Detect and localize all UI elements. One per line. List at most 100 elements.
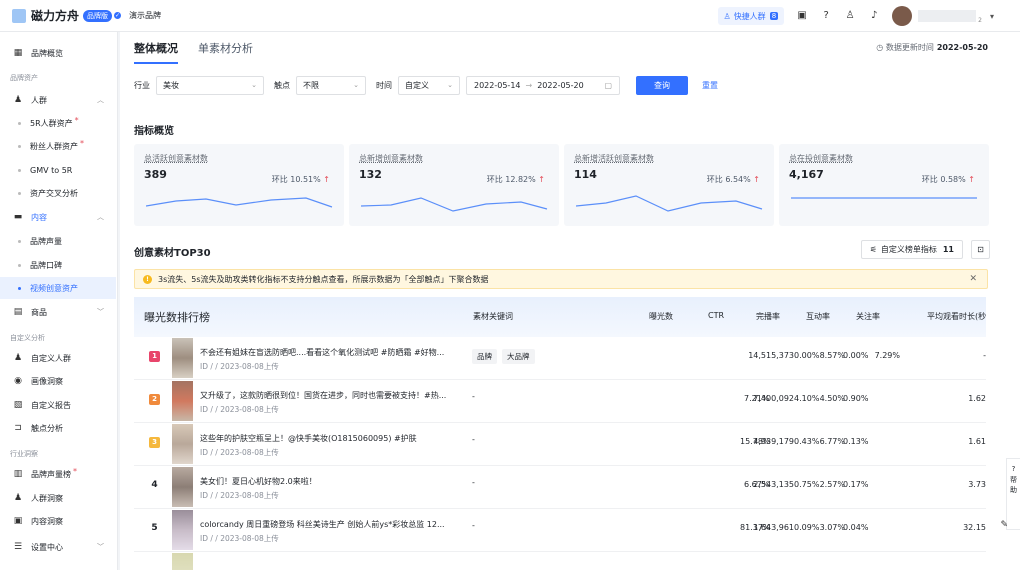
metric-card: 总新增活跃创意素材数 114 环比 6.54% ↑ [564,144,774,226]
table-row[interactable]: 4 美女们！夏日心机好物2.0来啦！ ID / / 2023-08-08上传 -… [134,466,986,509]
column-header[interactable]: CTR [708,311,724,320]
sidebar-item-label: 自定义报告 [31,400,71,410]
chevron-up-icon: ︿ [97,213,104,221]
sidebar-item-settings[interactable]: ☰ 设置中心 ﹀ [0,536,116,558]
exposure-cell: 14,515,373 [748,351,794,360]
sidebar-item-label: 资产交叉分析 [30,188,78,198]
sidebar-item-custom-crowd[interactable]: ♟ 自定义人群 [0,347,116,369]
panel-icon[interactable]: ▣ [796,10,808,22]
edit-icon[interactable]: ✎ [1000,520,1008,530]
metric-title: 总新增活跃创意素材数 [574,154,654,163]
table-row[interactable]: 5 colorcandy 周日重磅登场 科丝美诗生产 创始人前ys*彩妆总监 1… [134,509,986,552]
reset-button[interactable]: 重置 [702,80,718,91]
warning-text: 3s流失、5s流失及助攻类转化指标不支持分触点查看，所展示数据为「全部触点」下聚… [158,274,489,284]
follow-cell: 0.13% [843,437,869,446]
column-header[interactable]: 完播率 [756,311,780,322]
table-row[interactable]: 1 不会还有姐妹在盲选防晒吧....看看这个氧化测试吧 #防晒霜 #好物... … [134,337,986,380]
video-thumbnail[interactable] [172,338,193,378]
asset-title[interactable]: 美女们！夏日心机好物2.0来啦！ [200,476,450,487]
tab-overview[interactable]: 整体概况 [134,40,178,64]
export-icon[interactable]: ⊡ [971,240,990,259]
sidebar-item-reputation[interactable]: 品牌口碑 [0,254,116,276]
sidebar-item-brand-rank[interactable]: ▥ 品牌声量榜 * [0,463,116,485]
touch-select[interactable]: 不限 ⌄ [296,75,366,95]
bell-icon[interactable]: ♪ [868,10,880,22]
rank-badge: 3 [149,437,160,448]
sidebar-item-video-assets[interactable]: 视频创意资产 [0,277,116,299]
sidebar-item-report[interactable]: ▧ 自定义报告 [0,394,116,416]
metrics-title: 指标概览 [134,126,174,137]
sidebar-item-label: 内容 [31,212,47,222]
chevron-down-icon: ﹀ [97,543,104,551]
sidebar-item-goods[interactable]: ▤ 商品 ﹀ [0,301,116,323]
avg-cell: 1.62 [968,394,986,403]
column-header[interactable]: 曝光数 [649,311,673,322]
interact-cell: 0.00% [794,351,820,360]
asset-title[interactable]: 这些年的护肤空瓶呈上！@快手美妆(O1815060095) #护肤 [200,433,450,444]
sidebar-item-gmv[interactable]: GMV to 5R [0,159,116,181]
ranking-title: 曝光数排行榜 [144,311,210,324]
custom-metrics-label: 自定义榜单指标 [880,245,937,254]
video-thumbnail[interactable] [172,424,193,464]
sparkline [791,197,977,199]
follow-cell: 0.04% [843,523,869,532]
sidebar-item-overview[interactable]: ▦ 品牌概览 [0,42,116,64]
column-header[interactable]: 关注率 [856,311,880,322]
video-thumbnail[interactable] [172,381,193,421]
arrow-icon: → [525,80,533,90]
quick-crowd-button[interactable]: ♙ 快捷人群 8 [717,7,785,25]
app-name: 磁力方舟 [31,9,80,23]
custom-metrics-button[interactable]: ⚟ 自定义榜单指标 11 [860,240,963,259]
help-float-button[interactable]: ? 帮助 [1006,458,1020,530]
keywords: - [472,478,475,487]
crowd-icon: ♟ [13,353,23,363]
sidebar-item-content-insight[interactable]: ▣ 内容洞察 [0,510,116,532]
asset-title[interactable]: colorcandy 周日重磅登场 科丝美诗生产 创始人前ys*彩妆总监 12.… [200,519,450,530]
chevron-down-icon[interactable]: ▾ [990,12,994,21]
ratio-text: 环比 10.51% [271,175,321,184]
user-icon[interactable]: ♙ [844,10,856,22]
video-thumbnail[interactable] [172,510,193,550]
help-icon[interactable]: ? [820,10,832,22]
asset-meta: ID / / 2023-08-08上传 [200,448,279,457]
asset-title[interactable]: 不会还有姐妹在盲选防晒吧....看看这个氧化测试吧 #防晒霜 #好物... [200,347,450,358]
sidebar-item-touchpoint[interactable]: ⊐ 触点分析 [0,417,116,439]
sidebar-item-crowd-insight[interactable]: ♟ 人群洞察 [0,487,116,509]
tab-single-asset[interactable]: 单素材分析 [198,40,253,64]
sidebar-item-label: 5R人群资产 [30,118,73,128]
keyword-empty: - [472,478,475,487]
metric-cards: 总活跃创意素材数 389 环比 10.51% ↑ 总新增创意素材数 132 环比… [134,144,994,226]
time-select[interactable]: 自定义 ⌄ [398,75,460,95]
close-icon[interactable]: ✕ [969,274,977,284]
column-header[interactable]: 互动率 [806,311,830,322]
sidebar-item-portrait[interactable]: ◉ 画像洞察 [0,370,116,392]
metric-card: 总活跃创意素材数 389 环比 10.51% ↑ [134,144,344,226]
keyword-empty: - [472,521,475,530]
sidebar-item-cross[interactable]: 资产交叉分析 [0,182,116,204]
sidebar: ▦ 品牌概览 品牌资产 ♟ 人群 ︿ 5R人群资产 * 粉丝人群资产 * GMV to 5… [0,32,118,570]
sidebar-item-fans[interactable]: 粉丝人群资产 * [0,135,116,157]
bullet [18,263,21,267]
asset-title[interactable]: 又升级了，这款防晒很到位！国货在进步，同时也需要被支持！#热... [200,390,450,401]
sidebar-item-label: 内容洞察 [31,516,63,526]
column-header[interactable]: 平均观看时长(秒 [927,311,986,322]
touch-value: 不限 [303,80,319,90]
rank-badge: 1 [149,351,160,362]
sidebar-item-crowd[interactable]: ♟ 人群 ︿ [0,89,116,111]
query-button[interactable]: 查询 [636,75,688,95]
avatar[interactable] [892,6,913,26]
brand-selector[interactable]: 演示品牌 [129,10,161,21]
sidebar-item-5r[interactable]: 5R人群资产 * [0,112,116,134]
video-thumbnail[interactable] [172,467,193,507]
video-thumbnail[interactable] [172,553,193,570]
rank-icon: ▥ [13,469,23,479]
table-row[interactable]: 3 这些年的护肤空瓶呈上！@快手美妆(O1815060095) #护肤 ID /… [134,423,986,466]
filter-bar: 行业 美妆 ⌄ 触点 不限 ⌄ 时间 自定义 ⌄ 2022-05-14 → 2022-05… [134,75,718,95]
industry-select[interactable]: 美妆 ⌄ [156,75,264,95]
sidebar-item-content[interactable]: ▬ 内容 ︿ [0,206,116,228]
date-range-picker[interactable]: 2022-05-14 → 2022-05-20 ▢ [466,75,620,95]
sidebar-item-volume[interactable]: 品牌声量 [0,230,116,252]
sidebar-item-label: 人群洞察 [31,493,63,503]
ratio-text: 环比 0.58% [921,175,966,184]
table-row[interactable]: 2 又升级了，这款防晒很到位！国货在进步，同时也需要被支持！#热... ID /… [134,380,986,423]
